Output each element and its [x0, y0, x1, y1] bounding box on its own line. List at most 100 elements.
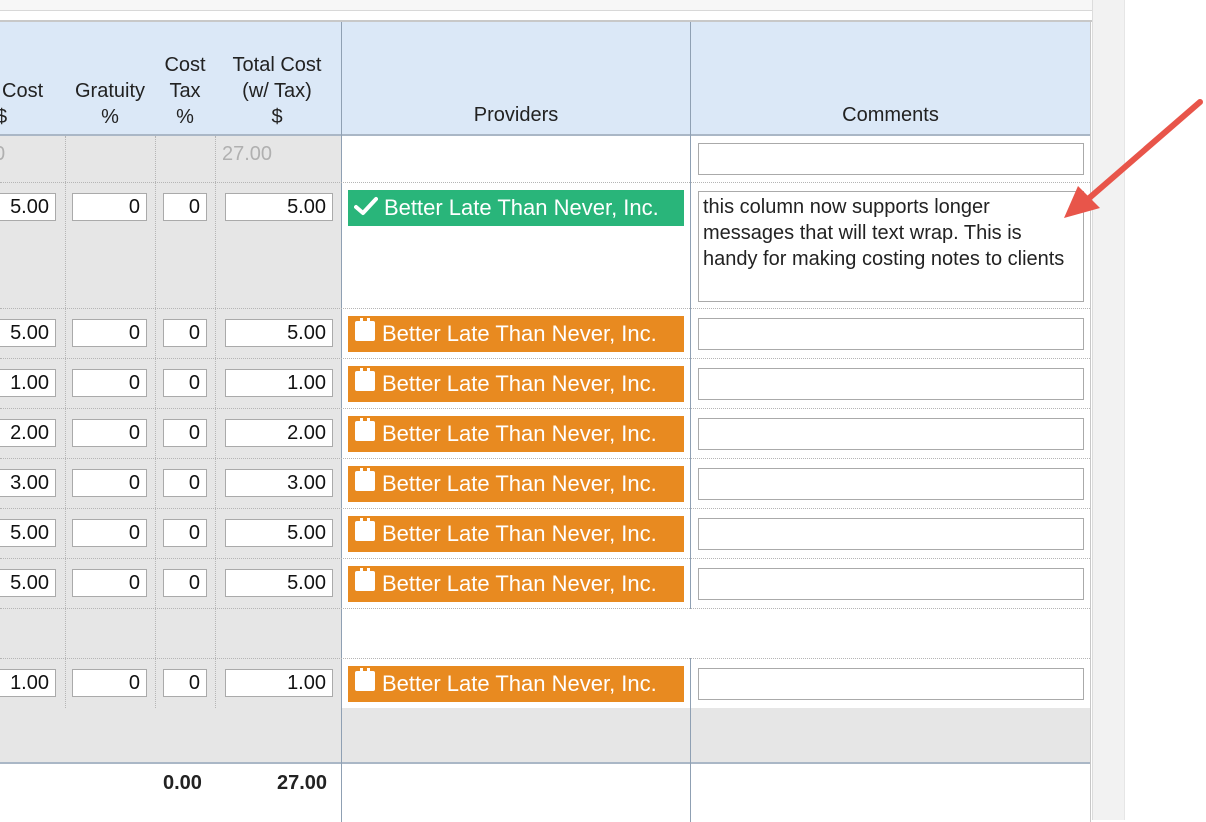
- total-readonly-value: 27.00: [222, 143, 273, 165]
- comment-textarea[interactable]: this column now supports longer messages…: [698, 191, 1084, 302]
- total-input[interactable]: 2.00: [225, 419, 333, 447]
- header-providers-label: Providers: [473, 104, 559, 126]
- gratuity-input[interactable]: 0: [72, 469, 147, 497]
- tax-input[interactable]: 0: [163, 419, 207, 447]
- row-divider: [0, 658, 1090, 659]
- header-cost-tax-unit: %: [176, 106, 194, 128]
- empty-row: [342, 609, 1090, 658]
- column-divider: [690, 22, 691, 822]
- column-divider: [155, 136, 156, 708]
- cost-input[interactable]: 3.00: [0, 469, 56, 497]
- provider-name: Better Late Than Never, Inc.: [382, 571, 657, 596]
- provider-button-confirmed[interactable]: Better Late Than Never, Inc.: [348, 190, 684, 226]
- calendar-icon: [354, 467, 376, 503]
- tax-input[interactable]: 0: [163, 569, 207, 597]
- header-gratuity[interactable]: Gratuity %: [68, 78, 152, 130]
- calendar-icon: [354, 517, 376, 553]
- cost-input[interactable]: 5.00: [0, 193, 56, 221]
- provider-name: Better Late Than Never, Inc.: [382, 371, 657, 396]
- comment-input[interactable]: [698, 318, 1084, 350]
- tax-input[interactable]: 0: [163, 519, 207, 547]
- comment-input[interactable]: [698, 518, 1084, 550]
- provider-button-scheduled[interactable]: Better Late Than Never, Inc.: [348, 566, 684, 602]
- header-providers[interactable]: Providers: [342, 22, 690, 136]
- provider-button-scheduled[interactable]: Better Late Than Never, Inc.: [348, 466, 684, 502]
- total-input[interactable]: 5.00: [225, 319, 333, 347]
- header-total-cost[interactable]: Total Cost (w/ Tax) $: [218, 52, 336, 130]
- header-cost-tax-line2: Tax: [169, 80, 201, 102]
- tax-input[interactable]: 0: [163, 469, 207, 497]
- calendar-icon: [354, 567, 376, 603]
- header-cost: Cost $: [0, 78, 43, 130]
- row-divider: [0, 182, 1090, 183]
- arrow-annotation: [1064, 99, 1203, 218]
- top-toolbar-edge: [0, 0, 1092, 11]
- provider-button-scheduled[interactable]: Better Late Than Never, Inc.: [348, 516, 684, 552]
- row-divider: [0, 458, 1090, 459]
- grand-total: 27.00: [277, 772, 328, 794]
- gratuity-input[interactable]: 0: [72, 369, 147, 397]
- header-cost-columns: Cost $ Gratuity % Cost Tax % Total Cost …: [0, 22, 341, 136]
- provider-button-scheduled[interactable]: Better Late Than Never, Inc.: [348, 416, 684, 452]
- total-input[interactable]: 1.00: [225, 369, 333, 397]
- gratuity-input[interactable]: 0: [72, 669, 147, 697]
- gratuity-input[interactable]: 0: [72, 193, 147, 221]
- header-cost-tax-line1: Cost: [164, 54, 206, 76]
- comment-input[interactable]: [698, 568, 1084, 600]
- provider-name: Better Late Than Never, Inc.: [382, 471, 657, 496]
- comment-input[interactable]: [698, 418, 1084, 450]
- cost-readonly-value: 0: [0, 143, 5, 166]
- calendar-icon: [354, 417, 376, 453]
- header-gratuity-unit: %: [101, 106, 119, 128]
- provider-button-scheduled[interactable]: Better Late Than Never, Inc.: [348, 366, 684, 402]
- header-total-cost-line2: (w/ Tax): [242, 80, 312, 102]
- calendar-icon: [354, 317, 376, 353]
- total-input[interactable]: 5.00: [225, 193, 333, 221]
- tax-input[interactable]: 0: [163, 193, 207, 221]
- provider-name: Better Late Than Never, Inc.: [382, 521, 657, 546]
- row-divider: [0, 558, 1090, 559]
- provider-name: Better Late Than Never, Inc.: [382, 671, 657, 696]
- subtotal-row: [0, 708, 1090, 764]
- gratuity-input[interactable]: 0: [72, 319, 147, 347]
- header-cost-unit: $: [0, 106, 8, 128]
- checkmark-icon: [354, 191, 378, 227]
- column-divider: [215, 136, 216, 708]
- gratuity-input[interactable]: 0: [72, 419, 147, 447]
- cost-input[interactable]: 5.00: [0, 319, 56, 347]
- tax-input[interactable]: 0: [163, 369, 207, 397]
- total-input[interactable]: 1.00: [225, 669, 333, 697]
- header-cost-tax[interactable]: Cost Tax %: [156, 52, 214, 130]
- row-divider: [0, 408, 1090, 409]
- provider-name: Better Late Than Never, Inc.: [382, 421, 657, 446]
- tax-input[interactable]: 0: [163, 669, 207, 697]
- total-input[interactable]: 5.00: [225, 519, 333, 547]
- provider-button-scheduled[interactable]: Better Late Than Never, Inc.: [348, 316, 684, 352]
- comment-input[interactable]: [698, 368, 1084, 400]
- total-input[interactable]: 3.00: [225, 469, 333, 497]
- row-divider: [0, 508, 1090, 509]
- cost-input[interactable]: 2.00: [0, 419, 56, 447]
- cost-input[interactable]: 5.00: [0, 569, 56, 597]
- header-comments[interactable]: Comments: [691, 22, 1090, 136]
- comment-input[interactable]: [698, 143, 1084, 175]
- row-divider: [0, 358, 1090, 359]
- comment-input[interactable]: [698, 668, 1084, 700]
- cost-input[interactable]: 1.00: [0, 669, 56, 697]
- comment-input[interactable]: [698, 468, 1084, 500]
- gratuity-input[interactable]: 0: [72, 569, 147, 597]
- column-divider: [341, 22, 342, 822]
- row-divider: [0, 308, 1090, 309]
- provider-button-scheduled[interactable]: Better Late Than Never, Inc.: [348, 666, 684, 702]
- calendar-icon: [354, 667, 376, 703]
- cost-input[interactable]: 1.00: [0, 369, 56, 397]
- header-comments-label: Comments: [842, 104, 939, 126]
- cost-input[interactable]: 5.00: [0, 519, 56, 547]
- provider-name: Better Late Than Never, Inc.: [384, 195, 659, 220]
- tax-input[interactable]: 0: [163, 319, 207, 347]
- total-input[interactable]: 5.00: [225, 569, 333, 597]
- header-total-cost-unit: $: [271, 106, 283, 128]
- calendar-icon: [354, 367, 376, 403]
- gratuity-input[interactable]: 0: [72, 519, 147, 547]
- header-total-cost-line1: Total Cost: [232, 54, 322, 76]
